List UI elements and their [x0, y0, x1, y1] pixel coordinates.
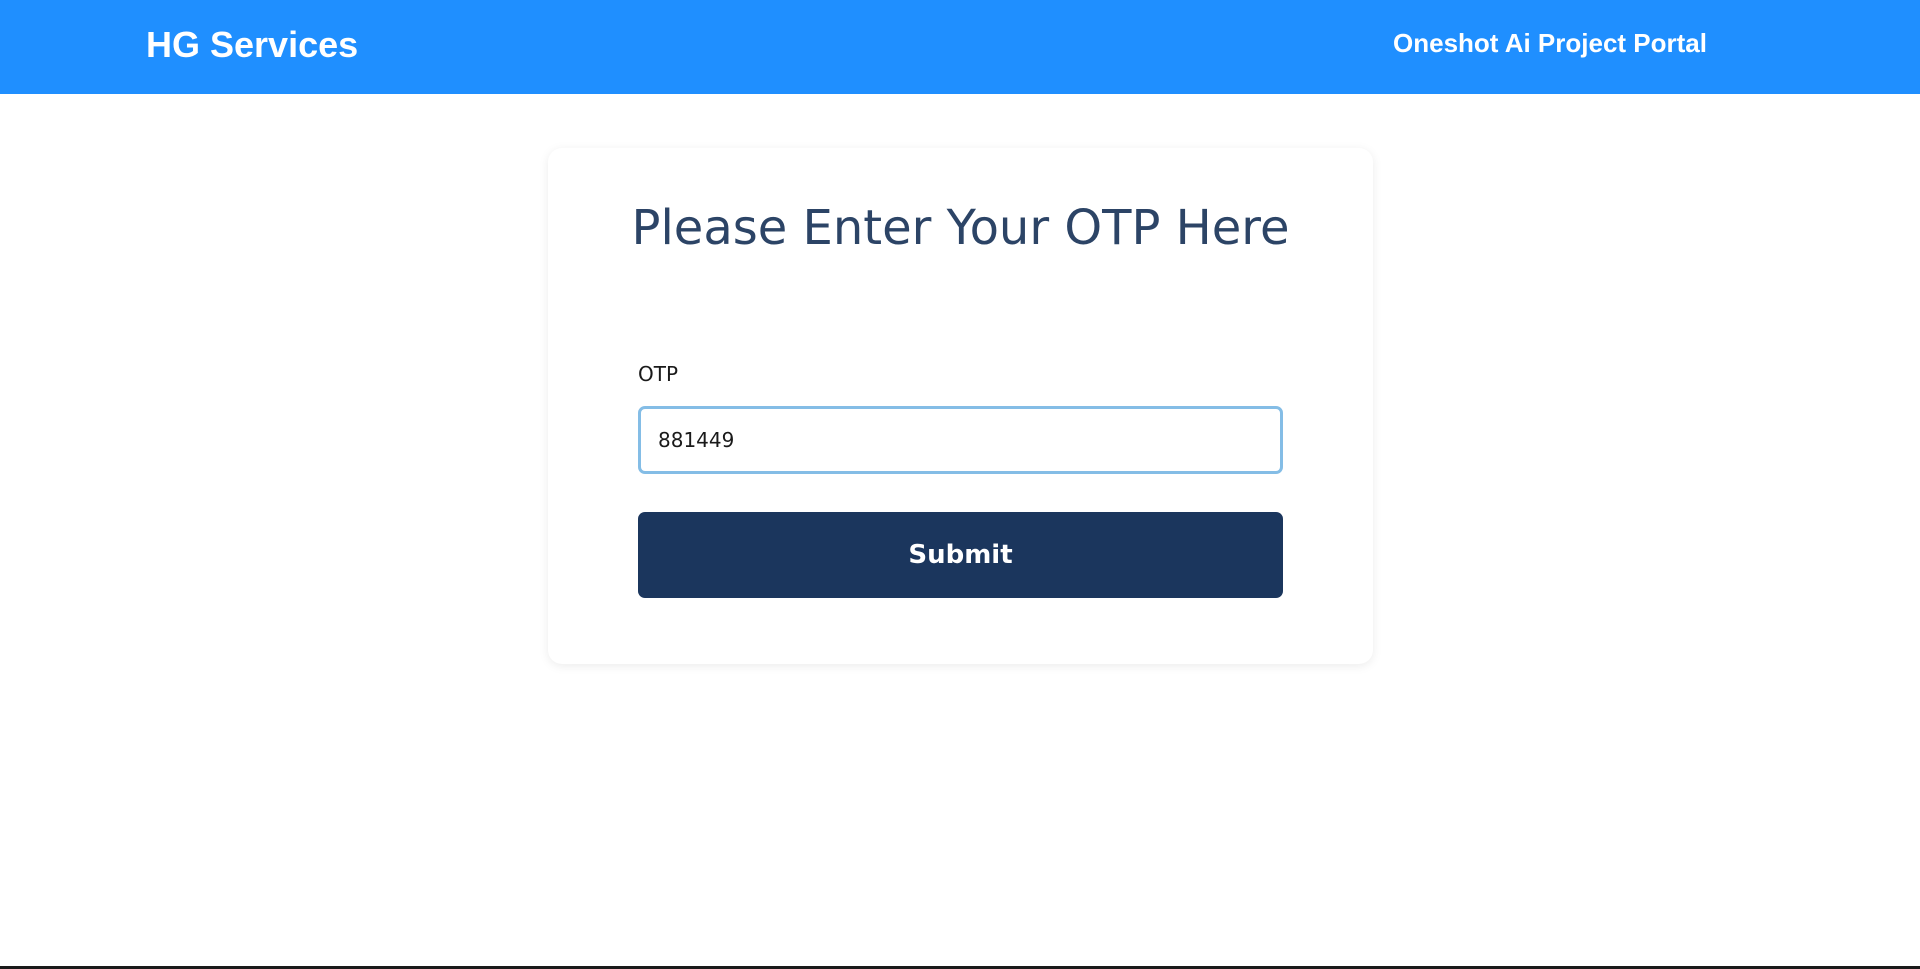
portal-title: Oneshot Ai Project Portal: [1393, 28, 1707, 58]
otp-input[interactable]: [638, 406, 1283, 474]
top-navbar: HG Services Oneshot Ai Project Portal: [0, 0, 1920, 94]
page-title: Please Enter Your OTP Here: [631, 200, 1290, 256]
otp-card: Please Enter Your OTP Here OTP Submit: [548, 148, 1373, 664]
otp-field-label: OTP: [638, 362, 679, 386]
brand-logo-text[interactable]: HG Services: [146, 24, 358, 66]
submit-button[interactable]: Submit: [638, 512, 1283, 598]
